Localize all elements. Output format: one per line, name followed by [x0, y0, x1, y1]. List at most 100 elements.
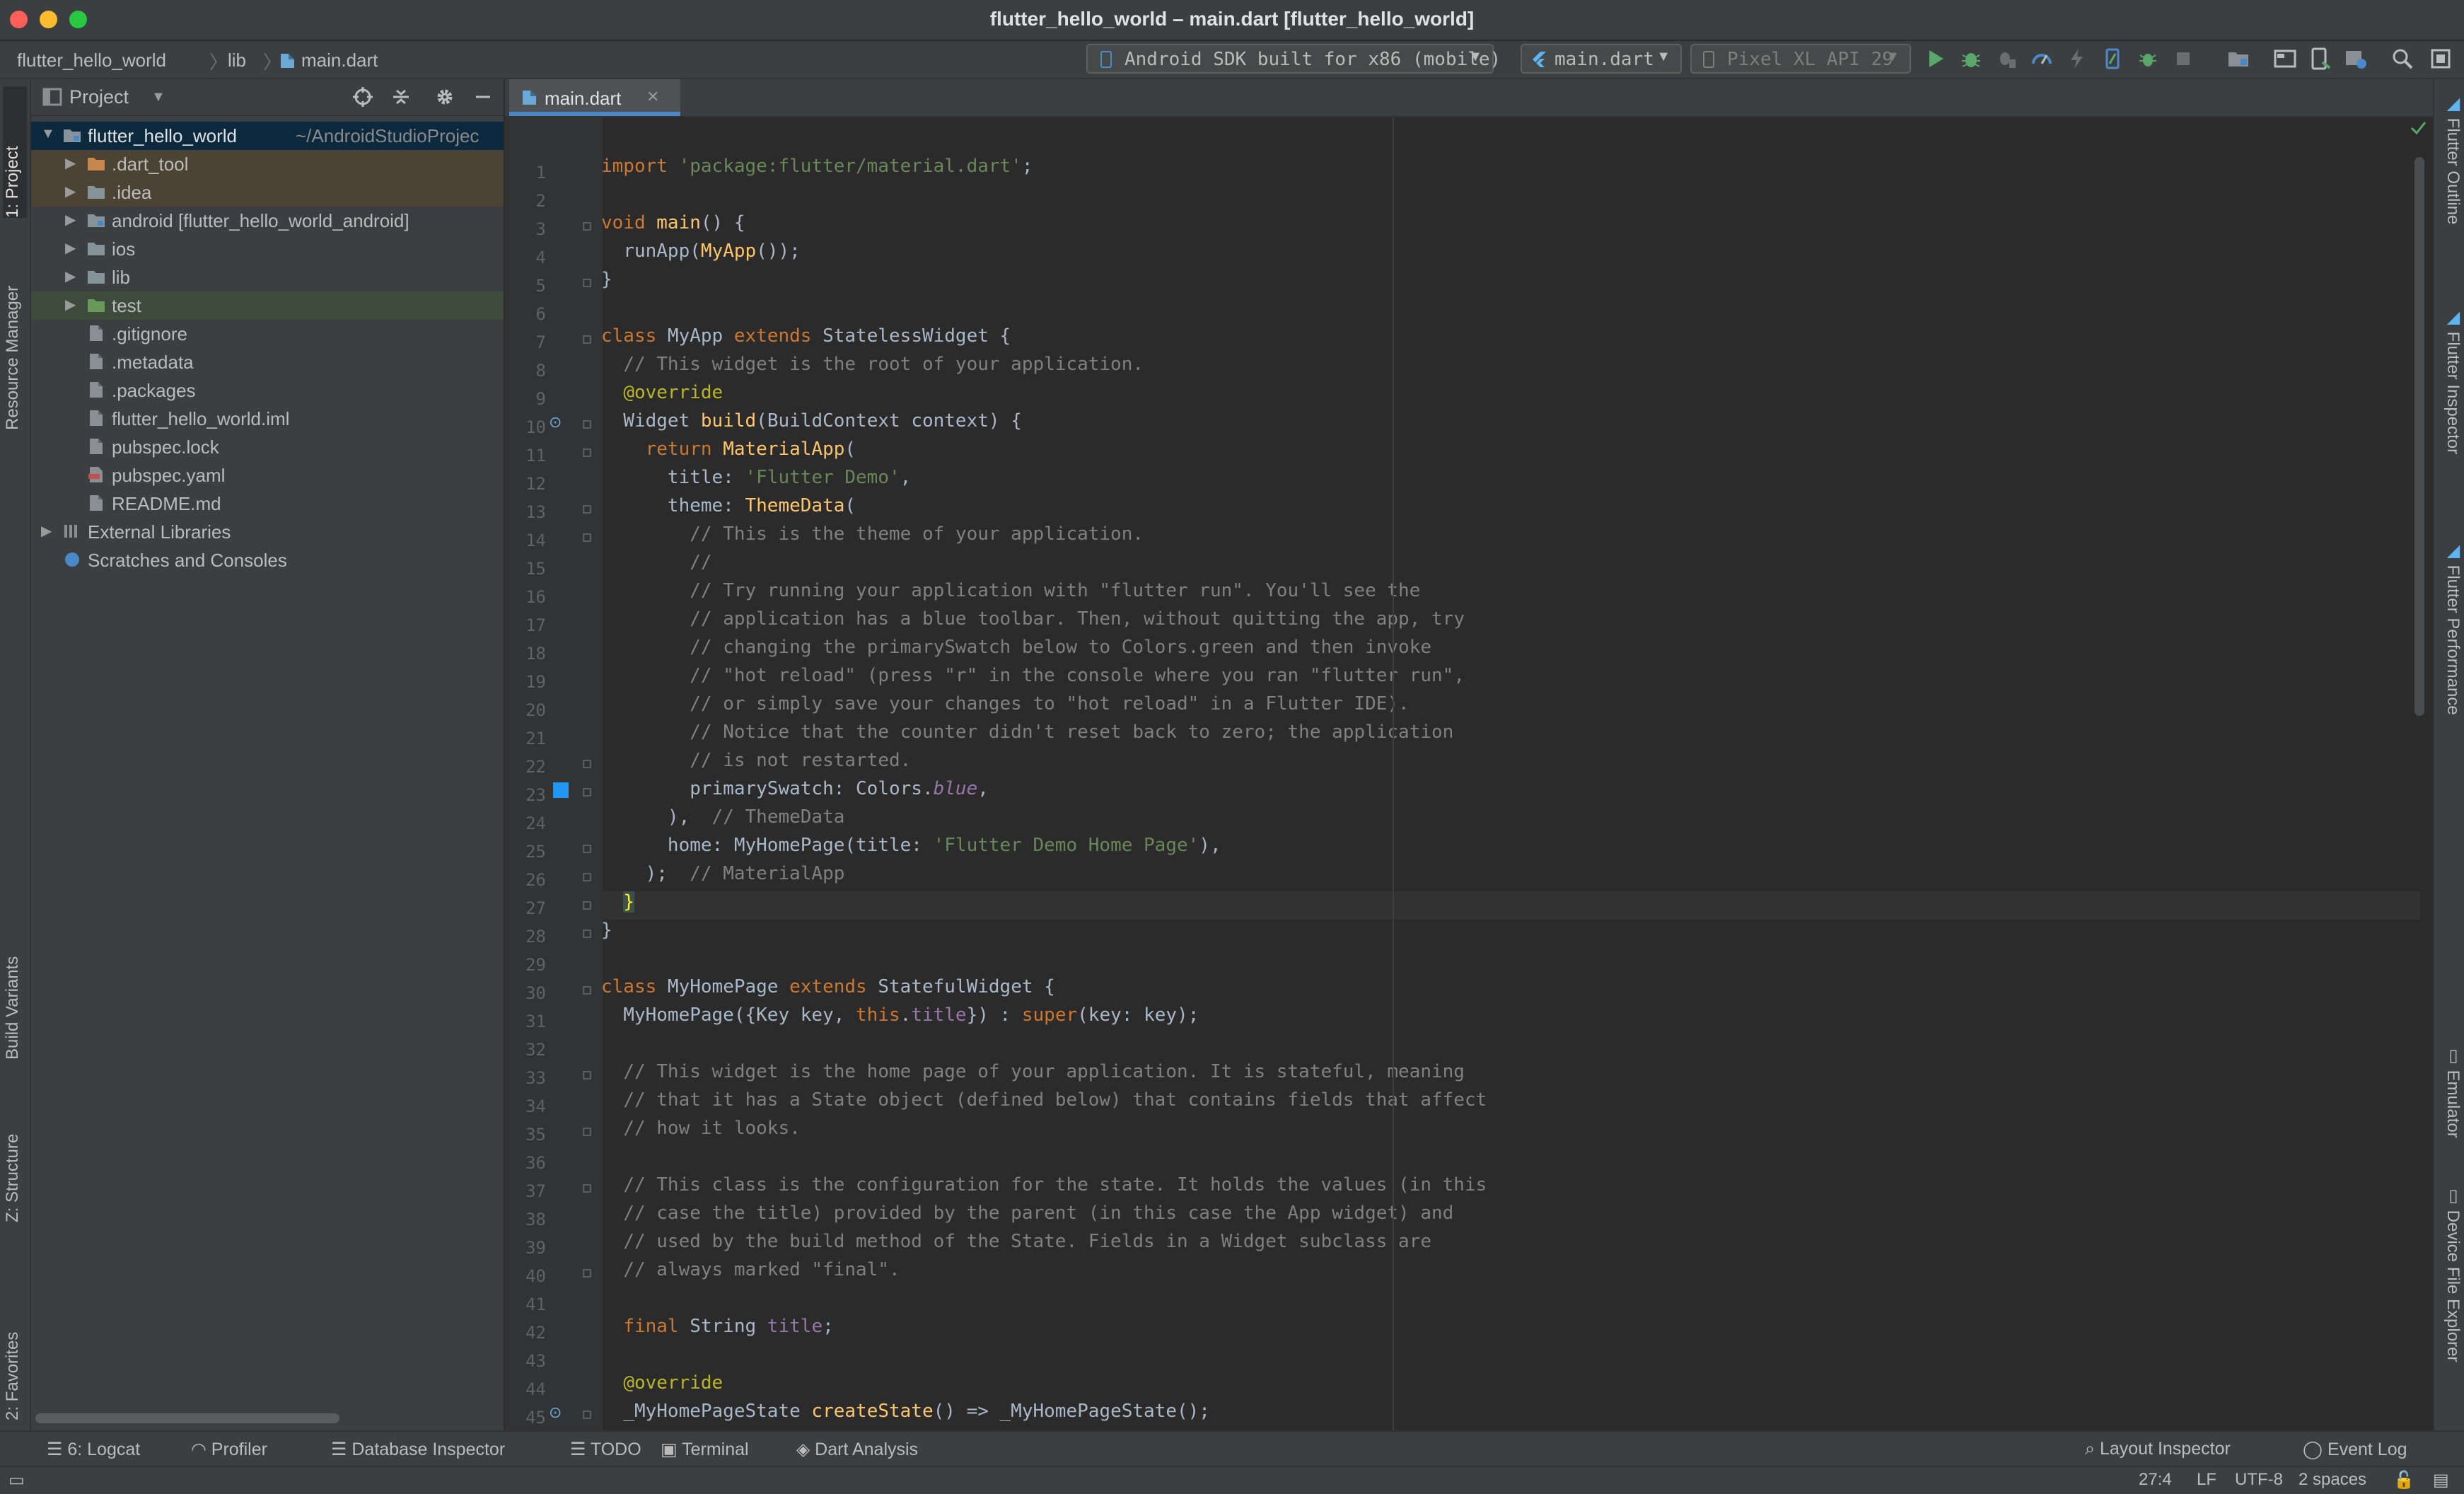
fold-marker-icon[interactable]: [583, 335, 591, 344]
collapsed-arrow-icon[interactable]: ▶: [41, 522, 52, 540]
gear-icon[interactable]: [434, 86, 455, 108]
collapsed-arrow-icon[interactable]: ▶: [65, 211, 76, 228]
expanded-arrow-icon[interactable]: ▼: [41, 126, 55, 142]
run-config-selector[interactable]: main.dart ▼: [1521, 44, 1682, 74]
locate-file-icon[interactable]: [352, 86, 373, 108]
fold-marker-icon[interactable]: [583, 222, 591, 231]
tool-tab-emulator[interactable]: ▯ Emulator: [2439, 1046, 2463, 1166]
lock-icon[interactable]: 🔓: [2393, 1470, 2414, 1490]
tree-item[interactable]: pubspec.yaml: [31, 461, 504, 490]
code-line[interactable]: ); // MaterialApp: [601, 863, 845, 884]
apply-changes-icon[interactable]: [2100, 47, 2125, 71]
tool-tab-favorites[interactable]: 2: Favorites: [3, 1265, 27, 1420]
tool-tab-terminal[interactable]: ▣ Terminal: [661, 1439, 749, 1460]
stop-icon[interactable]: [2171, 47, 2195, 71]
code-line[interactable]: // This class is the configuration for t…: [601, 1174, 1487, 1195]
apply-code-changes-icon[interactable]: [2136, 47, 2160, 71]
code-line[interactable]: // This is the theme of your application…: [601, 523, 1144, 545]
memory-indicator-icon[interactable]: ▤: [2433, 1470, 2449, 1490]
breadcrumb-file[interactable]: main.dart: [301, 50, 378, 71]
fold-marker-icon[interactable]: [583, 420, 591, 429]
line-separator[interactable]: LF: [2197, 1470, 2216, 1490]
code-line[interactable]: return MaterialApp(: [601, 439, 856, 460]
collapse-all-icon[interactable]: [390, 86, 412, 108]
breadcrumb-lib[interactable]: lib: [228, 50, 246, 71]
fold-marker-icon[interactable]: [583, 1128, 591, 1136]
override-method-icon[interactable]: ⊙: [549, 1403, 562, 1422]
fold-marker-icon[interactable]: [583, 279, 591, 287]
tool-tab-flutter-outline[interactable]: ◢ Flutter Outline: [2439, 93, 2463, 291]
code-line[interactable]: // how it looks.: [601, 1118, 800, 1139]
code-line[interactable]: // is not restarted.: [601, 750, 911, 771]
tab-main-dart[interactable]: main.dart ✕: [509, 79, 680, 116]
code-line[interactable]: // "hot reload" (press "r" in the consol…: [601, 665, 1465, 686]
code-line[interactable]: final String title;: [601, 1316, 833, 1337]
fold-marker-icon[interactable]: [583, 845, 591, 853]
editor-vertical-scrollbar[interactable]: [2414, 157, 2424, 716]
code-line[interactable]: runApp(MyApp());: [601, 241, 801, 262]
tool-tab-structure[interactable]: Z: Structure: [3, 1081, 27, 1222]
fold-marker-icon[interactable]: [583, 986, 591, 995]
code-line[interactable]: _MyHomePageState createState() => _MyHom…: [601, 1401, 1210, 1422]
tool-tab-layout-inspector[interactable]: ⌕ Layout Inspector: [2085, 1439, 2231, 1459]
code-line[interactable]: Widget build(BuildContext context) {: [601, 410, 1022, 432]
code-line[interactable]: // or simply save your changes to "hot r…: [601, 693, 1409, 714]
attach-debugger-icon[interactable]: [1994, 47, 2018, 71]
tree-item[interactable]: ▶ android [flutter_hello_world_android]: [31, 207, 504, 235]
indent-setting[interactable]: 2 spaces: [2299, 1470, 2366, 1490]
search-icon[interactable]: [2390, 47, 2414, 71]
chevron-down-icon[interactable]: ▼: [151, 89, 165, 105]
code-line[interactable]: home: MyHomePage(title: 'Flutter Demo Ho…: [601, 835, 1221, 856]
tool-windows-toggle-icon[interactable]: ▭: [8, 1470, 25, 1490]
code-line[interactable]: // Notice that the counter didn't reset …: [601, 722, 1453, 743]
fold-marker-icon[interactable]: [583, 448, 591, 457]
tree-item[interactable]: ▶ .dart_tool: [31, 150, 504, 178]
run-icon[interactable]: [1924, 47, 1948, 71]
code-line[interactable]: title: 'Flutter Demo',: [601, 467, 911, 488]
tree-item[interactable]: ▼ flutter_hello_world ~/AndroidStudioProje…: [31, 122, 504, 150]
code-line[interactable]: class MyApp extends StatelessWidget {: [601, 325, 1011, 347]
fold-marker-icon[interactable]: [583, 533, 591, 542]
tree-item[interactable]: .packages: [31, 376, 504, 405]
tree-item[interactable]: .metadata: [31, 348, 504, 376]
fold-marker-icon[interactable]: [583, 788, 591, 797]
fold-marker-icon[interactable]: [583, 505, 591, 514]
tree-item[interactable]: ▶ lib: [31, 263, 504, 291]
code-line[interactable]: @override: [601, 1372, 723, 1394]
tool-tab-logcat[interactable]: ☰ 6: Logcat: [47, 1439, 140, 1460]
inspection-ok-icon[interactable]: [2409, 119, 2427, 137]
hot-reload-icon[interactable]: [2065, 47, 2089, 71]
code-line[interactable]: // always marked "final".: [601, 1259, 900, 1280]
code-line[interactable]: import 'package:flutter/material.dart';: [601, 156, 1033, 177]
tool-tab-profiler[interactable]: ◠ Profiler: [191, 1439, 267, 1460]
code-line[interactable]: // that it has a State object (defined b…: [601, 1089, 1487, 1111]
code-line[interactable]: primarySwatch: Colors.blue,: [601, 778, 989, 799]
collapsed-arrow-icon[interactable]: ▶: [65, 154, 76, 172]
fold-marker-icon[interactable]: [583, 873, 591, 881]
tool-tab-todo[interactable]: ☰ TODO: [570, 1439, 641, 1460]
collapsed-arrow-icon[interactable]: ▶: [65, 239, 76, 257]
fold-marker-icon[interactable]: [583, 930, 591, 938]
tool-tab-resource-manager[interactable]: Resource Manager: [3, 246, 27, 430]
tool-tab-event-log[interactable]: ◯ Event Log: [2303, 1439, 2407, 1460]
tree-item[interactable]: Scratches and Consoles: [31, 546, 504, 574]
avd-manager-icon[interactable]: [2308, 47, 2332, 71]
project-structure-icon[interactable]: [2226, 47, 2250, 71]
tree-item[interactable]: ▶ External Libraries: [31, 518, 504, 546]
code-line[interactable]: // changing the primarySwatch below to C…: [601, 637, 1431, 658]
profile-icon[interactable]: [2030, 47, 2054, 71]
project-view-selector[interactable]: Project: [69, 86, 129, 108]
code-line[interactable]: MyHomePage({Key key, this.title}) : supe…: [601, 1004, 1199, 1026]
sdk-manager-icon[interactable]: [2344, 47, 2368, 71]
code-line[interactable]: }: [601, 891, 634, 913]
tree-item[interactable]: flutter_hello_world.iml: [31, 405, 504, 433]
tool-tab-project[interactable]: 1: Project: [3, 86, 27, 218]
tool-tab-build-variants[interactable]: Build Variants: [3, 890, 27, 1060]
caret-position[interactable]: 27:4: [2139, 1470, 2172, 1490]
code-line[interactable]: class MyHomePage extends StatefulWidget …: [601, 976, 1055, 997]
tool-tab-device-file-explorer[interactable]: ▯ Device File Explorer: [2439, 1186, 2463, 1426]
code-line[interactable]: // used by the build method of the State…: [601, 1231, 1431, 1252]
tree-item[interactable]: ▶ ios: [31, 235, 504, 263]
code-line[interactable]: // case the title) provided by the paren…: [601, 1203, 1453, 1224]
tool-tab-dart-analysis[interactable]: ◈ Dart Analysis: [796, 1439, 918, 1460]
